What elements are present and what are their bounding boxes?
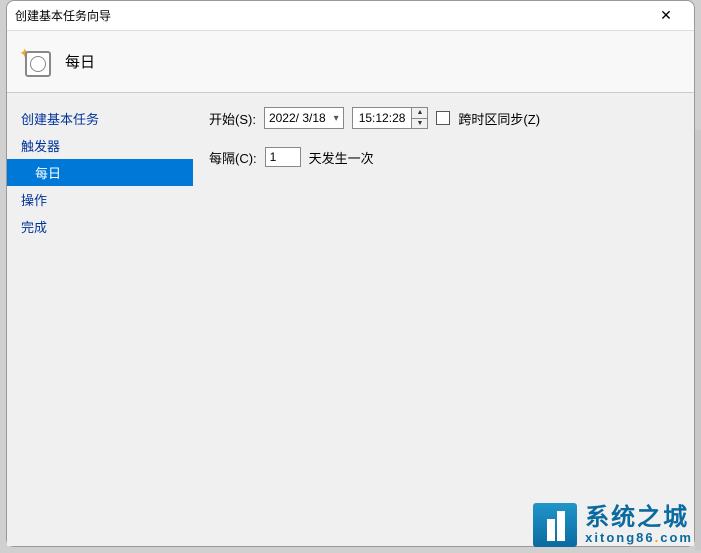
every-label: 每隔(C):: [209, 148, 257, 167]
task-scheduler-icon: ✦: [21, 47, 51, 77]
spinner-up-button[interactable]: ▲: [412, 108, 427, 119]
tz-sync-checkbox[interactable]: [436, 111, 450, 125]
recur-days-input[interactable]: [265, 147, 301, 167]
wizard-sidebar: 创建基本任务 触发器 每日 操作 完成: [7, 93, 193, 546]
tz-sync-label: 跨时区同步(Z): [458, 109, 540, 128]
dialog-window: 创建基本任务向导 ✕ ✦ 每日 创建基本任务 触发器 每日 操作 完成 开始(S…: [6, 0, 695, 547]
wizard-header: ✦ 每日: [7, 31, 694, 93]
start-row: 开始(S): 2022/ 3/18 ▾ 15:12:28 ▲ ▼ 跨时区同步(Z…: [209, 107, 678, 129]
close-icon: ✕: [660, 7, 672, 24]
titlebar: 创建基本任务向导 ✕: [7, 1, 694, 31]
chevron-down-icon: ▾: [334, 113, 339, 124]
time-value: 15:12:28: [353, 108, 412, 128]
date-value: 2022/ 3/18: [269, 111, 326, 125]
main-panel: 开始(S): 2022/ 3/18 ▾ 15:12:28 ▲ ▼ 跨时区同步(Z…: [193, 93, 694, 546]
sidebar-item-daily[interactable]: 每日: [7, 159, 193, 186]
sidebar-item-create-basic-task[interactable]: 创建基本任务: [7, 105, 193, 132]
spinner-down-button[interactable]: ▼: [412, 119, 427, 129]
time-spinner: ▲ ▼: [411, 108, 427, 128]
content-area: 创建基本任务 触发器 每日 操作 完成 开始(S): 2022/ 3/18 ▾ …: [7, 93, 694, 546]
window-title: 创建基本任务向导: [15, 7, 646, 24]
start-label: 开始(S):: [209, 109, 256, 128]
right-edge-shadow: [695, 130, 701, 550]
close-button[interactable]: ✕: [646, 2, 686, 30]
time-picker[interactable]: 15:12:28 ▲ ▼: [352, 107, 429, 129]
sidebar-item-trigger[interactable]: 触发器: [7, 132, 193, 159]
recur-row: 每隔(C): 天发生一次: [209, 147, 678, 167]
sidebar-item-finish[interactable]: 完成: [7, 213, 193, 240]
every-suffix: 天发生一次: [309, 148, 374, 167]
sidebar-item-action[interactable]: 操作: [7, 186, 193, 213]
date-picker[interactable]: 2022/ 3/18 ▾: [264, 107, 344, 129]
page-title: 每日: [65, 51, 95, 72]
